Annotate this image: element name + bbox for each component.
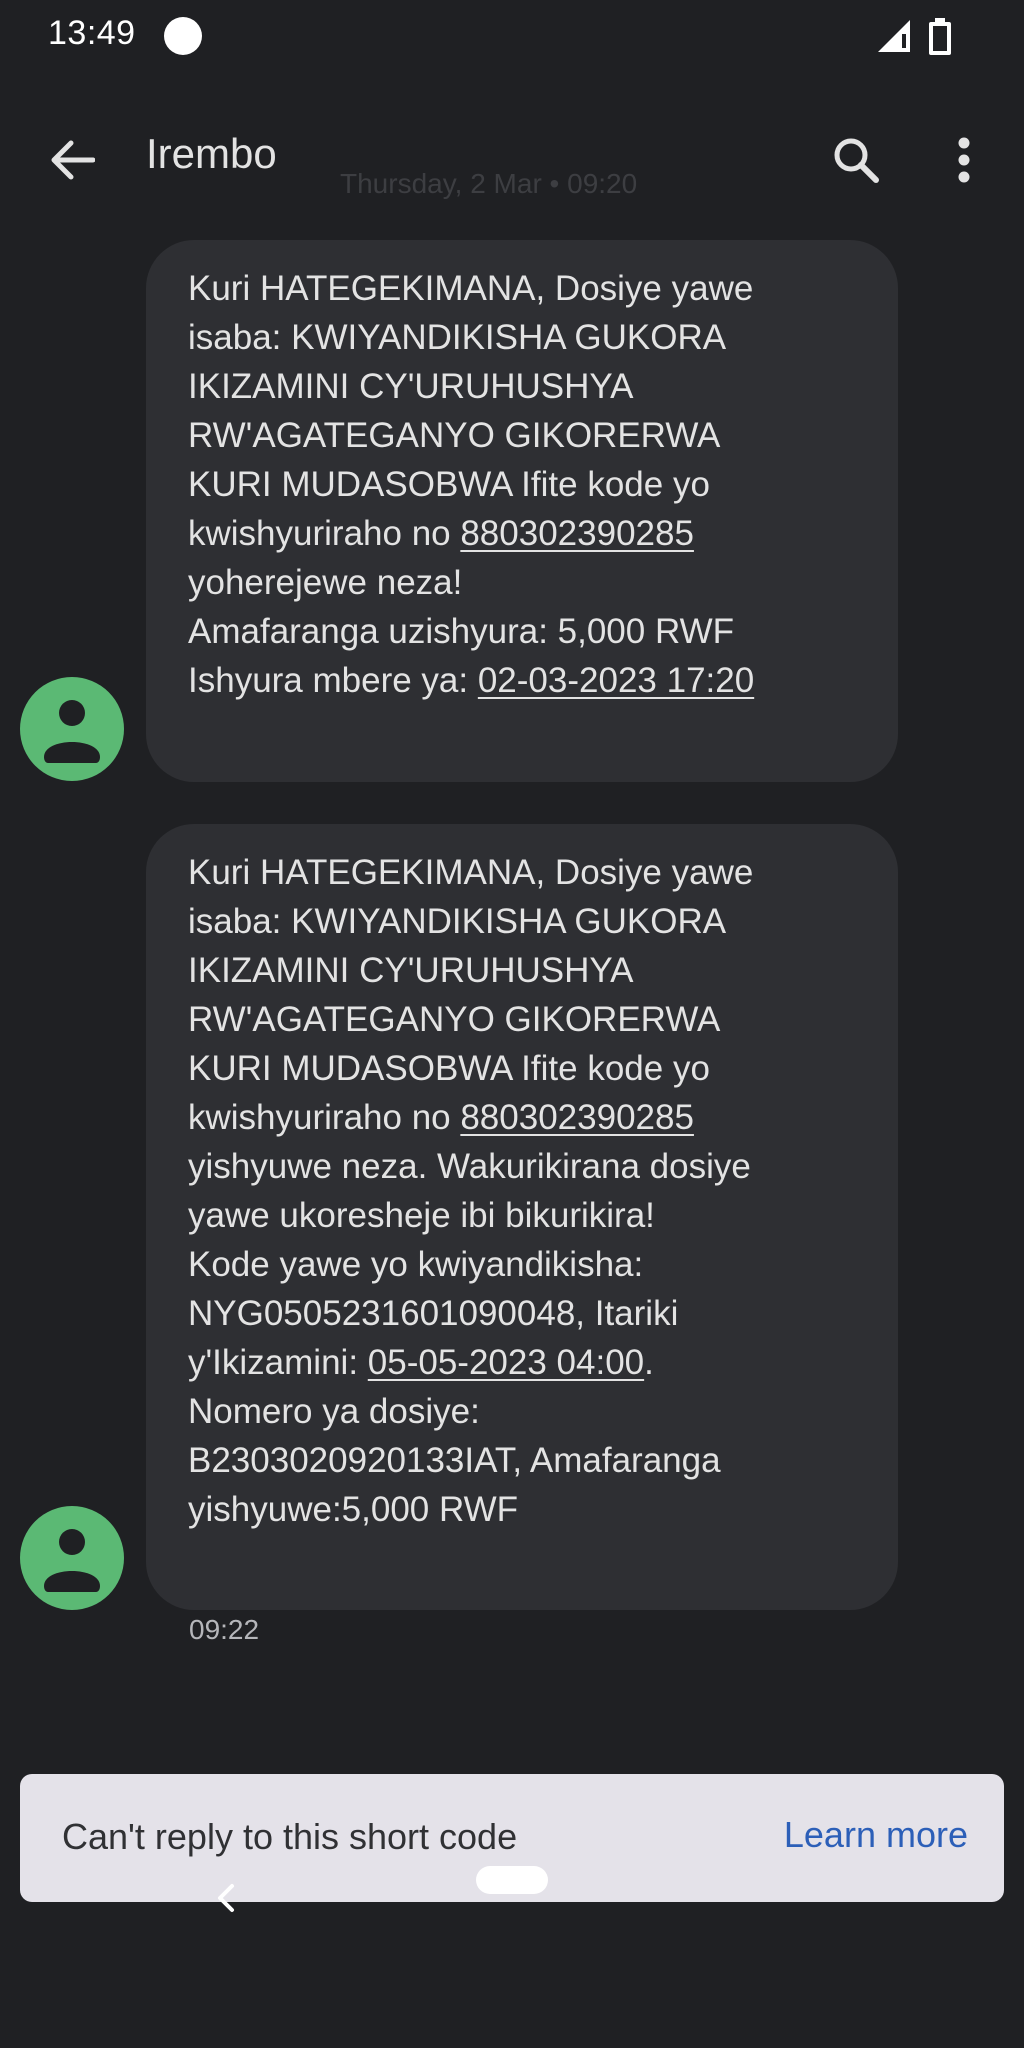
message-bubble[interactable]: Kuri HATEGEKIMANA, Dosiye yawe isaba: KW… — [146, 240, 898, 782]
message-line: Ishyura mbere ya: 02-03-2023 17:20 — [188, 656, 858, 705]
message-line: isaba: KWIYANDIKISHA GUKORA — [188, 902, 727, 941]
person-icon — [44, 700, 100, 763]
message-line: RW'AGATEGANYO GIKORERWA — [188, 1000, 721, 1039]
code-prefix: kwishyuriraho no — [188, 1098, 461, 1137]
deadline-date-link[interactable]: 02-03-2023 17:20 — [478, 661, 754, 700]
app-bar: Irembo Thursday, 2 Mar • 09:20 — [0, 100, 1024, 212]
person-icon — [44, 1529, 100, 1592]
exam-date-link[interactable]: 05-05-2023 04:00 — [368, 1343, 644, 1382]
message-line: kwishyuriraho no 880302390285 — [188, 1093, 858, 1142]
message-line: yawe ukoresheje ibi bikurikira! — [188, 1196, 655, 1235]
search-icon — [834, 138, 879, 183]
message-line: yishyuwe:5,000 RWF — [188, 1490, 519, 1529]
message-line: yishyuwe neza. Wakurikirana dosiye — [188, 1147, 751, 1186]
message-line: KURI MUDASOBWA Ifite kode yo — [188, 465, 710, 504]
exam-date-suffix: . — [644, 1343, 654, 1382]
home-pill-button[interactable] — [476, 1866, 548, 1894]
status-time: 13:49 — [48, 14, 136, 52]
chevron-left-icon — [218, 1884, 234, 1912]
payment-code-link[interactable]: 880302390285 — [460, 1098, 694, 1137]
more-options-button[interactable] — [936, 126, 992, 194]
deadline-prefix: Ishyura mbere ya: — [188, 661, 478, 700]
message-line: Kuri HATEGEKIMANA, Dosiye yawe — [188, 269, 754, 308]
message-line: yoherejewe neza! — [188, 563, 463, 602]
date-header: Thursday, 2 Mar • 09:20 — [340, 168, 638, 199]
message-bubble[interactable]: Kuri HATEGEKIMANA, Dosiye yawe isaba: KW… — [146, 824, 898, 1610]
message-timestamp: 09:22 — [189, 1614, 260, 1645]
conversation-title: Irembo — [146, 130, 277, 177]
learn-more-link[interactable]: Learn more — [784, 1814, 968, 1856]
message-line: NYG0505231601090048, Itariki — [188, 1294, 679, 1333]
sender-avatar[interactable] — [20, 677, 124, 781]
message-line: RW'AGATEGANYO GIKORERWA — [188, 416, 721, 455]
messages-screen: 13:49 Irembo Thursday, 2 Mar • 09:20 Kur… — [0, 0, 1024, 2048]
exam-date-prefix: y'Ikizamini: — [188, 1343, 368, 1382]
message-line: IKIZAMINI CY'URUHUSHYA — [188, 367, 634, 406]
message-line: kwishyuriraho no 880302390285 — [188, 509, 858, 558]
message-line: Kuri HATEGEKIMANA, Dosiye yawe — [188, 853, 754, 892]
nav-back-button[interactable] — [204, 1858, 248, 1938]
search-button[interactable] — [822, 126, 890, 194]
message-line: IKIZAMINI CY'URUHUSHYA — [188, 951, 634, 990]
back-button[interactable] — [40, 128, 104, 192]
message-line: KURI MUDASOBWA Ifite kode yo — [188, 1049, 710, 1088]
back-arrow-icon — [51, 140, 95, 180]
message-line: y'Ikizamini: 05-05-2023 04:00. — [188, 1338, 858, 1387]
message-line: Kode yawe yo kwiyandikisha: — [188, 1245, 644, 1284]
battery-icon — [928, 18, 952, 56]
sender-avatar[interactable] — [20, 1506, 124, 1610]
reply-disabled-text: Can't reply to this short code — [62, 1816, 518, 1857]
payment-code-link[interactable]: 880302390285 — [460, 514, 694, 553]
message-line: B2303020920133IAT, Amafaranga — [188, 1441, 721, 1480]
signal-icon — [876, 18, 912, 54]
message-line: isaba: KWIYANDIKISHA GUKORA — [188, 318, 727, 357]
more-vert-icon — [958, 137, 970, 183]
notification-dot-icon — [164, 17, 202, 55]
amount-line: Amafaranga uzishyura: 5,000 RWF — [188, 612, 735, 651]
code-prefix: kwishyuriraho no — [188, 514, 461, 553]
message-line: Nomero ya dosiye: — [188, 1392, 480, 1431]
status-bar: 13:49 — [0, 0, 1024, 76]
